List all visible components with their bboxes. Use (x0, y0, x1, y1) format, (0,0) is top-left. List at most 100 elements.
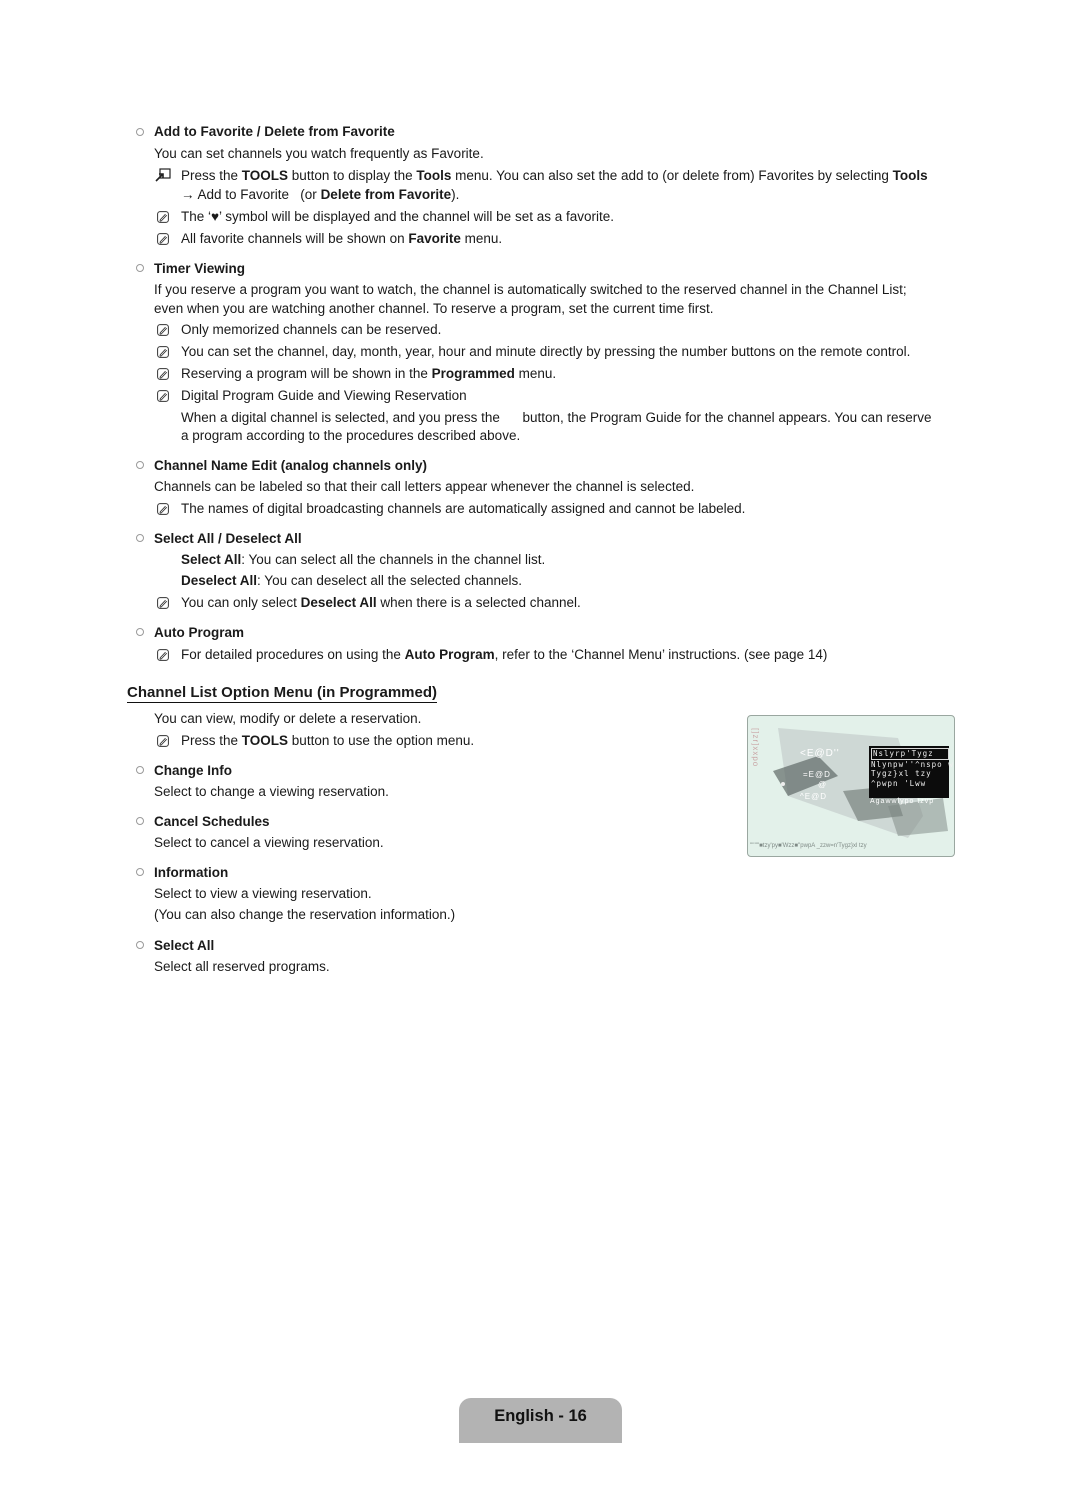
note-desc: When a digital channel is selected, and … (181, 410, 932, 425)
note-desc: a program according to the procedures de… (181, 428, 521, 443)
channel-row: =E@D (803, 770, 831, 779)
channel-row: @ (818, 780, 827, 789)
bullet-icon (136, 534, 144, 542)
note-icon (157, 346, 169, 358)
note-icon (157, 233, 169, 245)
option-menu-item[interactable]: ^pwpn 'Lww (871, 779, 949, 789)
overflow-text: Agawwlypo tzvp (870, 798, 935, 805)
tools-icon (155, 168, 171, 182)
note-icon (157, 735, 169, 747)
section-desc: Channels can be labeled so that their ca… (154, 479, 695, 494)
text: ’ symbol will be displayed and the chann… (219, 209, 614, 224)
text-bold: Favorite (408, 231, 461, 246)
bullet-icon (136, 628, 144, 636)
text: , refer to the ‘Channel Menu’ instructio… (494, 647, 828, 662)
bullet-icon (136, 868, 144, 876)
option-desc: (You can also change the reservation inf… (154, 907, 456, 922)
option-heading: Cancel Schedules (154, 814, 270, 829)
text-bold: TOOLS (241, 733, 289, 748)
text-bold: Deselect All (300, 595, 377, 610)
section-heading: Add to Favorite / Delete from Favorite (154, 124, 395, 139)
note-text: For detailed procedures on using the Aut… (181, 647, 827, 662)
note-icon (157, 503, 169, 515)
option-menu-popup: Nslyrp'Tygz Nlynpw''^nspo wp Tygz}xl tzy… (869, 746, 954, 798)
page-number-tab: English - 16 (459, 1398, 622, 1443)
section-title: Channel List Option Menu (in Programmed) (127, 684, 438, 703)
section-heading: Select All / Deselect All (154, 531, 302, 546)
note-icon (157, 324, 169, 336)
text-bold: Auto Program (404, 647, 495, 662)
note-icon (157, 597, 169, 609)
option-heading: Information (154, 865, 229, 880)
text-bold: Deselect All (181, 573, 258, 588)
definition-line: Deselect All: You can deselect all the s… (181, 573, 522, 588)
text: All favorite channels will be shown on (181, 231, 409, 246)
channel-row: <E@D'' (800, 748, 840, 759)
option-desc: Select to change a viewing reservation. (154, 784, 389, 799)
text: menu. (514, 366, 557, 381)
note-icon (157, 211, 169, 223)
bullet-icon (136, 128, 144, 136)
text: : You can select all the channels in the… (241, 552, 546, 567)
section-desc: If you reserve a program you want to wat… (154, 282, 907, 297)
section-heading: Timer Viewing (154, 261, 246, 276)
text: when there is a selected channel. (376, 595, 581, 610)
option-menu-item[interactable]: Nlynpw''^nspo wp (871, 760, 954, 770)
text-bold: Delete from Favorite (320, 187, 452, 202)
text: Press the (181, 733, 242, 748)
text: button to use the option menu. (288, 733, 475, 748)
text-bold: Programmed (431, 366, 515, 381)
bullet-icon (136, 766, 144, 774)
text: menu. You can also set the add to (or de… (451, 168, 893, 183)
text-bold: TOOLS (241, 168, 289, 183)
text: ). (451, 187, 460, 202)
text-bold: Tools (416, 168, 452, 183)
note-icon (157, 649, 169, 661)
side-label: []zr]xxpo (751, 728, 760, 768)
note-text: Only memorized channels can be reserved. (181, 322, 442, 337)
bullet-icon (136, 264, 144, 272)
bullet-icon (136, 461, 144, 469)
note-text: Digital Program Guide and Viewing Reserv… (181, 388, 467, 403)
tools-note-cont: → Add to Favorite (or Delete from Favori… (181, 187, 459, 202)
note-text: You can set the channel, day, month, yea… (181, 344, 911, 359)
note-text: You can only select Deselect All when th… (181, 595, 581, 610)
note-text: The ‘♥’ symbol will be displayed and the… (181, 209, 614, 224)
text: You can only select (181, 595, 301, 610)
definition-line: Select All: You can select all the chann… (181, 552, 545, 567)
screen-footer-guide: ''''''''■tzy'py■'Wzz■''pwpA _zzw=n'Tygz}… (750, 843, 867, 849)
section-desc: You can view, modify or delete a reserva… (154, 711, 422, 726)
text: Press the (181, 168, 242, 183)
note-text: The names of digital broadcasting channe… (181, 501, 746, 516)
bullet-icon (136, 817, 144, 825)
text-bold: Select All (181, 552, 242, 567)
bullet-icon (136, 941, 144, 949)
option-heading: Select All (154, 938, 215, 953)
tv-screen-illustration: []zr]xxpo <E@D'' =E@D @ ^E@D Nslyrp'Tygz… (747, 715, 955, 857)
tools-note: Press the TOOLS button to display the To… (181, 168, 928, 183)
note-text: All favorite channels will be shown on F… (181, 231, 502, 246)
text: The ‘ (181, 209, 212, 224)
text: Reserving a program will be shown in the (181, 366, 432, 381)
heart-icon: ♥ (211, 209, 220, 224)
channel-row: ^E@D (800, 792, 827, 801)
option-menu-item-selected[interactable]: Nslyrp'Tygz (871, 748, 949, 760)
section-desc: You can set channels you watch frequentl… (154, 146, 484, 161)
option-desc: Select to cancel a viewing reservation. (154, 835, 384, 850)
section-heading: Auto Program (154, 625, 245, 640)
text: → Add to Favorite (or (181, 187, 321, 202)
note-icon (157, 390, 169, 402)
text-bold: Tools (892, 168, 928, 183)
note-icon (157, 368, 169, 380)
option-heading: Change Info (154, 763, 232, 778)
text: menu. (460, 231, 503, 246)
note-text: Press the TOOLS button to use the option… (181, 733, 474, 748)
option-menu-item[interactable]: Tygz}xl tzy (871, 769, 949, 779)
text: For detailed procedures on using the (181, 647, 405, 662)
option-desc: Select all reserved programs. (154, 959, 330, 974)
option-desc: Select to view a viewing reservation. (154, 886, 372, 901)
section-desc: even when you are watching another chann… (154, 301, 714, 316)
section-heading: Channel Name Edit (analog channels only) (154, 458, 428, 473)
text: : You can deselect all the selected chan… (257, 573, 522, 588)
note-text: Reserving a program will be shown in the… (181, 366, 556, 381)
